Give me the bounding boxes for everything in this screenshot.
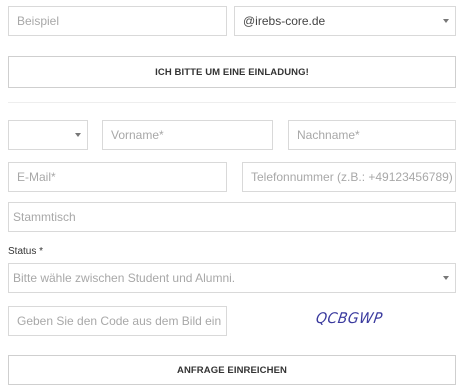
- status-label: Status *: [8, 246, 44, 257]
- domain-select-value: @irebs-core.de: [243, 14, 326, 28]
- request-invite-button[interactable]: ICH BITTE UM EINE EINLADUNG!: [8, 56, 456, 88]
- salutation-select[interactable]: [8, 120, 88, 150]
- chevron-down-icon: [443, 19, 449, 23]
- domain-select[interactable]: @irebs-core.de: [234, 6, 456, 36]
- submit-request-button[interactable]: ANFRAGE EINREICHEN: [8, 355, 456, 385]
- email-input[interactable]: E-Mail*: [8, 162, 227, 192]
- section-divider: [8, 102, 456, 103]
- example-input[interactable]: Beispiel: [8, 6, 227, 36]
- chevron-down-icon: [443, 276, 449, 280]
- captcha-input[interactable]: Geben Sie den Code aus dem Bild ein: [8, 306, 227, 336]
- lastname-input[interactable]: Nachname*: [288, 120, 456, 150]
- stammtisch-input[interactable]: Stammtisch: [8, 202, 456, 232]
- phone-input[interactable]: Telefonnummer (z.B.: +49123456789): [242, 162, 456, 192]
- chevron-down-icon: [75, 133, 81, 137]
- status-select-value: Bitte wähle zwischen Student und Alumni.: [13, 271, 236, 285]
- firstname-input[interactable]: Vorname*: [102, 120, 273, 150]
- captcha-text: QCBGWP: [314, 310, 384, 328]
- captcha-image: QCBGWP: [314, 310, 396, 332]
- status-select[interactable]: Bitte wähle zwischen Student und Alumni.: [8, 263, 456, 293]
